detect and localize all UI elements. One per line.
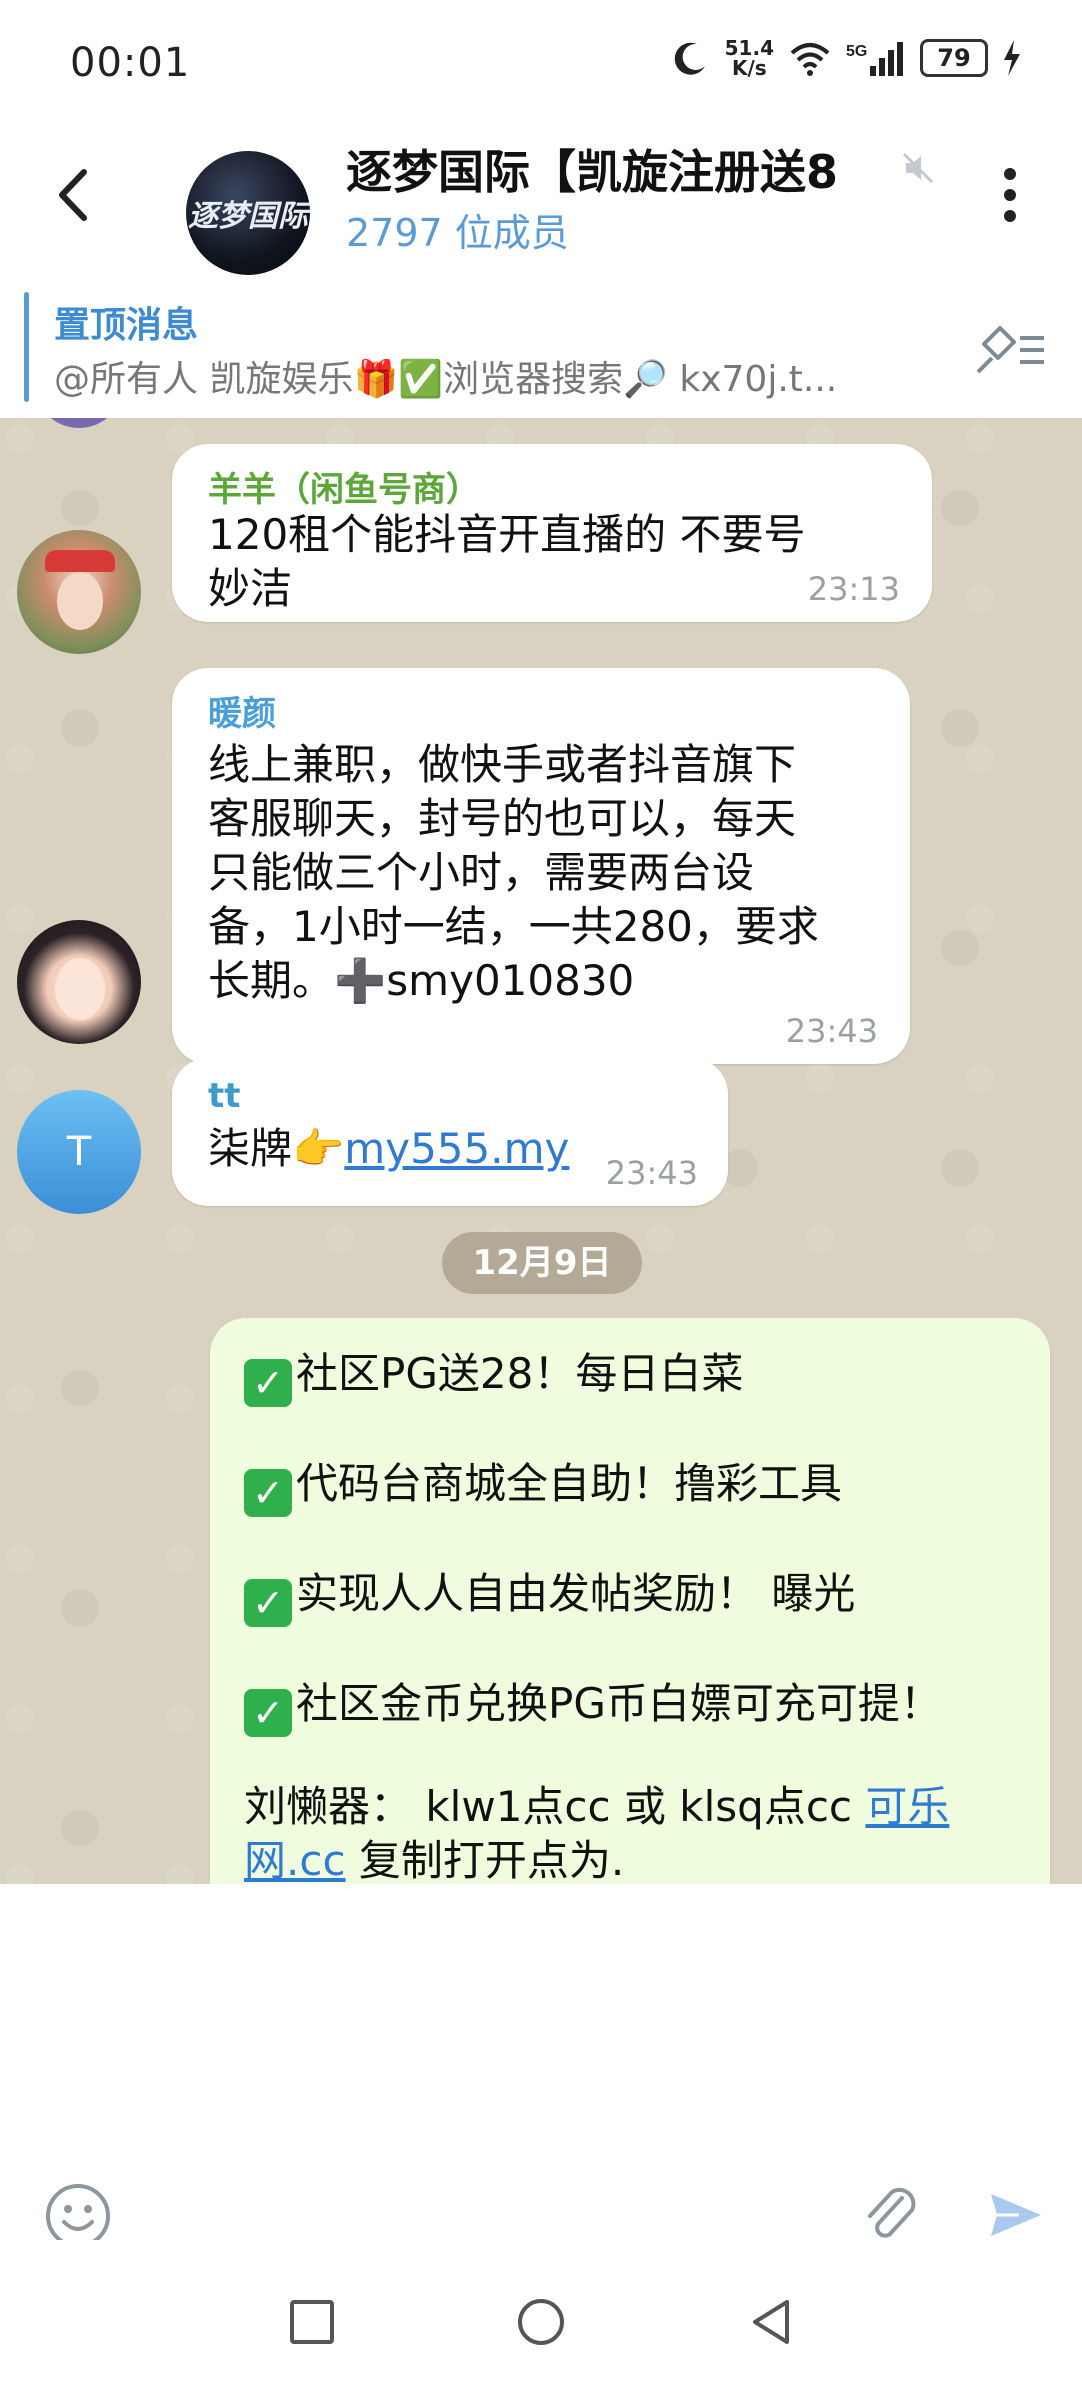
pinned-indicator xyxy=(24,292,29,402)
signal-icon: 5G xyxy=(846,42,903,76)
outgoing-message-bubble[interactable]: ✓ 社区PG送28！每日白菜 ✓ 代码台商城全自助！撸彩工具 ✓ 实现人人自由发帖奖励… xyxy=(210,1318,1050,1884)
network-speed: 51.4 K/s xyxy=(724,36,774,80)
message-time: 23:43 xyxy=(605,1154,698,1192)
group-title[interactable]: 逐梦国际【凯旋注册送8 xyxy=(346,136,931,202)
outgoing-text: 刘懒器： klw1点cc 或 klsq点cc 可乐 网.cc 复制打开点为. xyxy=(244,1782,950,1884)
recent-apps-icon[interactable] xyxy=(284,2294,340,2350)
outgoing-line: ✓ 社区PG送28！每日白菜 xyxy=(244,1340,743,1407)
chat-area[interactable]: 羊羊（闲鱼号商） 120租个能抖音开直播的 不要号 妙洁 23:13 暖颜 线上… xyxy=(0,418,1082,1884)
system-nav-bar xyxy=(0,2240,1082,2400)
wifi-icon xyxy=(790,43,830,76)
check-mark-icon: ✓ xyxy=(244,1469,292,1517)
battery-level: 79 xyxy=(920,39,988,77)
message-input-area[interactable] xyxy=(0,1884,1082,2248)
message-text: 120租个能抖音开直播的 不要号 妙洁 xyxy=(208,510,806,613)
message-bubble[interactable]: 羊羊（闲鱼号商） 120租个能抖音开直播的 不要号 妙洁 23:13 xyxy=(172,444,932,622)
chat-header: 逐梦国际 逐梦国际【凯旋注册送8 2797 位成员 xyxy=(0,120,1082,275)
sender-name[interactable]: 暖颜 xyxy=(208,686,276,735)
outgoing-link[interactable]: 可乐 xyxy=(865,1782,949,1831)
clock: 00:01 xyxy=(70,40,191,86)
check-mark-icon: ✓ xyxy=(244,1579,292,1627)
outgoing-link[interactable]: 网.cc xyxy=(244,1836,346,1884)
avatar-nuanyan[interactable] xyxy=(17,920,141,1044)
check-mark-icon: ✓ xyxy=(244,1689,292,1737)
member-count: 2797 位成员 xyxy=(346,211,569,255)
status-bar: 00:01 51.4 K/s 5G 79 xyxy=(0,0,1082,120)
more-options-icon[interactable] xyxy=(990,160,1030,230)
outgoing-line: ✓ 代码台商城全自助！撸彩工具 xyxy=(244,1450,842,1517)
mute-icon xyxy=(902,152,934,184)
avatar-partial xyxy=(34,418,124,428)
check-mark-icon: ✓ xyxy=(244,1359,292,1407)
message-bubble[interactable]: 暖颜 线上兼职，做快手或者抖音旗下 客服聊天，封号的也可以，每天 只能做三个小时… xyxy=(172,668,910,1064)
message-time: 23:43 xyxy=(785,1012,878,1050)
message-link[interactable]: my555.my xyxy=(344,1124,569,1173)
moon-icon xyxy=(674,42,705,75)
charging-icon xyxy=(1004,40,1020,76)
pinned-text: @所有人 凯旋娱乐🎁✅浏览器搜索🔎 kx70j.t... xyxy=(54,359,838,400)
message-time: 23:13 xyxy=(807,570,900,608)
pin-list-icon[interactable] xyxy=(970,320,1048,380)
home-icon[interactable] xyxy=(513,2294,569,2350)
sender-name[interactable]: tt xyxy=(208,1076,241,1116)
message-text: 线上兼职，做快手或者抖音旗下 客服聊天，封号的也可以，每天 只能做三个小时，需要… xyxy=(208,740,819,1005)
back-nav-icon[interactable] xyxy=(743,2294,799,2350)
date-separator: 12月9日 xyxy=(442,1232,642,1294)
group-avatar-text: 逐梦国际 xyxy=(188,199,308,234)
message-bubble[interactable]: tt 柒牌👉my555.my 23:43 xyxy=(172,1058,728,1206)
group-avatar[interactable]: 逐梦国际 xyxy=(186,151,310,275)
pinned-message[interactable]: 置顶消息 @所有人 凯旋娱乐🎁✅浏览器搜索🔎 kx70j.t... xyxy=(0,280,1082,419)
svg-text:5G: 5G xyxy=(846,43,867,60)
back-arrow-icon[interactable] xyxy=(48,160,98,230)
message-text: 柒牌👉my555.my xyxy=(208,1124,570,1173)
status-icons: 51.4 K/s 5G 79 xyxy=(671,38,1022,78)
avatar-tt[interactable]: T xyxy=(17,1090,141,1214)
send-icon[interactable] xyxy=(985,2184,1047,2246)
pinned-title: 置顶消息 xyxy=(54,305,199,346)
outgoing-line: ✓ 社区金币兑换PG币白嫖可充可提！ xyxy=(244,1670,942,1737)
avatar-yangyang[interactable] xyxy=(17,530,141,654)
outgoing-line: ✓ 实现人人自由发帖奖励！ 曝光 xyxy=(244,1560,855,1627)
sender-name[interactable]: 羊羊（闲鱼号商） xyxy=(208,462,480,511)
